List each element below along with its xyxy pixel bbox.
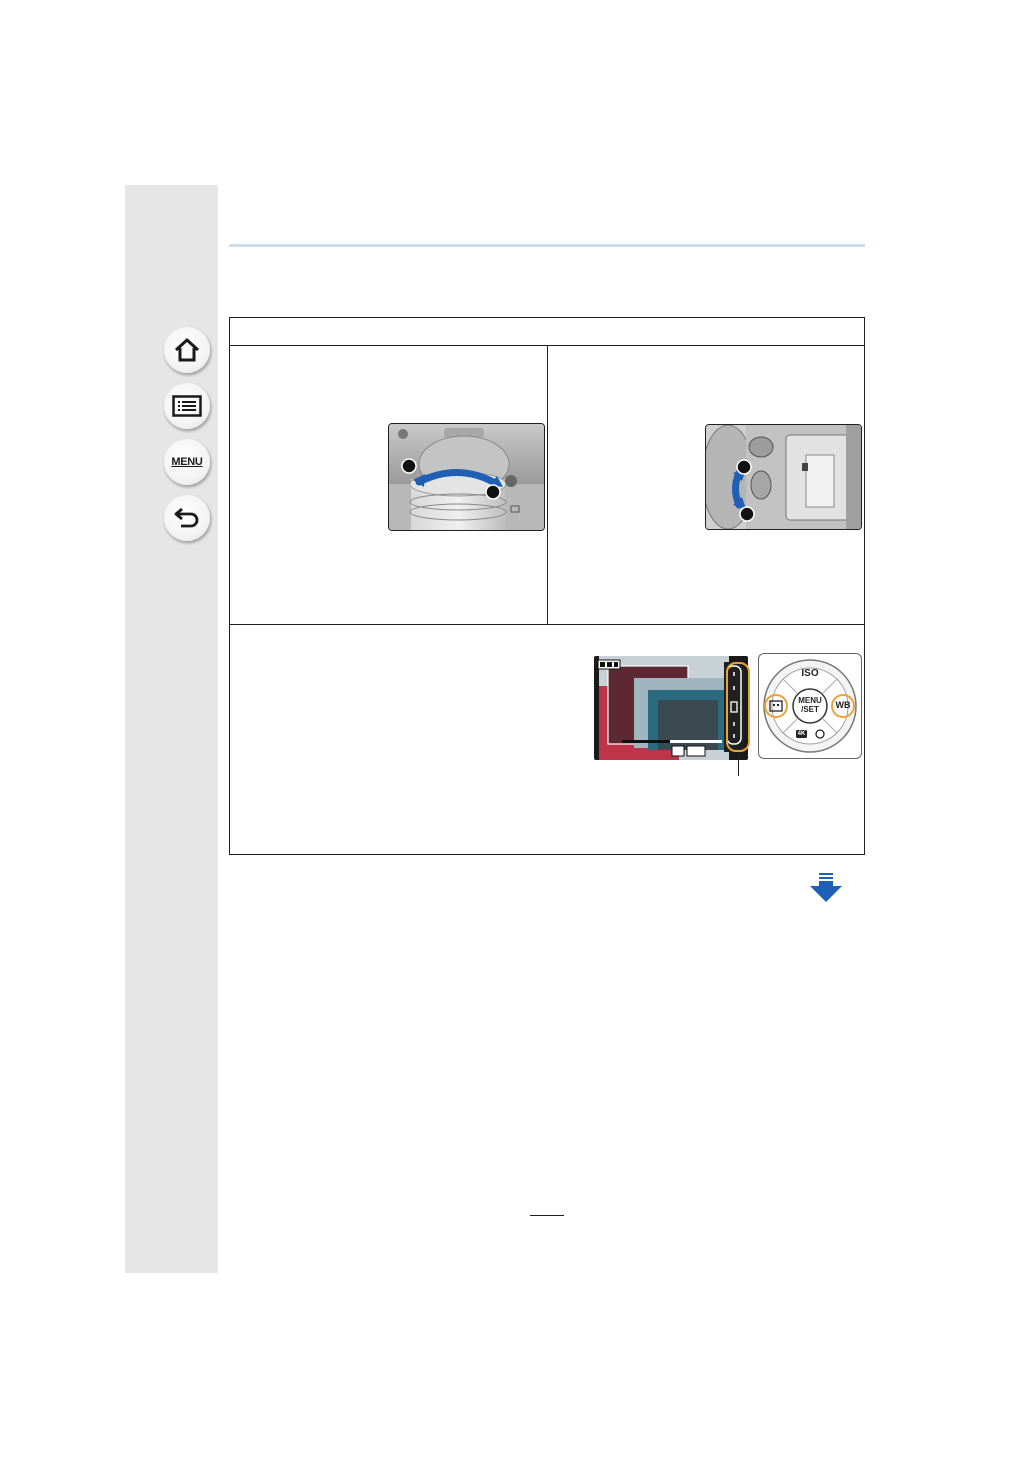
zoom-scale-leader-line	[738, 752, 739, 776]
next-page-arrow-icon	[810, 873, 842, 902]
zoom-scale-highlight	[726, 662, 750, 752]
next-page-button[interactable]	[809, 873, 843, 903]
home-icon	[174, 338, 200, 362]
control-dial-illustration: ISO MENU /SET WB 4K	[758, 653, 862, 759]
header-rule	[229, 244, 865, 247]
4k-button-label: 4K	[797, 731, 806, 737]
table-divider-row	[229, 624, 865, 625]
back-button[interactable]	[164, 495, 210, 541]
contents-list-icon	[172, 395, 202, 417]
focus-ring-illustration	[388, 423, 545, 531]
home-button[interactable]	[164, 327, 210, 373]
wb-button-label: WB	[835, 700, 851, 710]
focus-lever-illustration	[705, 424, 862, 530]
callout-marker-1	[736, 459, 752, 475]
contents-button[interactable]	[164, 383, 210, 429]
page-number-rule	[530, 1215, 564, 1216]
menu-icon: MENU	[171, 456, 203, 468]
magnified-view-illustration	[594, 656, 748, 760]
callout-marker-2	[739, 506, 755, 522]
menu-set-button-label: MENU /SET	[798, 696, 822, 714]
callout-marker-2	[485, 484, 501, 500]
menu-button[interactable]: MENU	[164, 439, 210, 485]
iso-button-label: ISO	[801, 668, 819, 679]
back-icon	[174, 507, 199, 528]
table-divider-column	[547, 345, 548, 624]
callout-marker-1	[401, 458, 417, 474]
